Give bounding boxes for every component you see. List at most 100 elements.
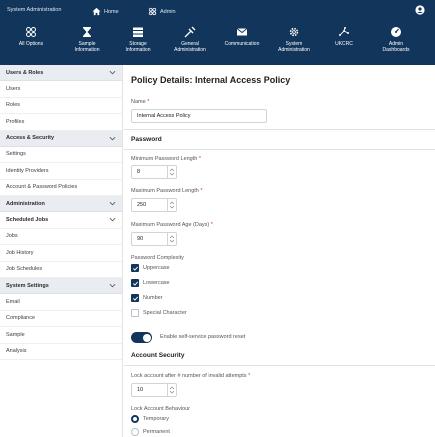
nav-label: Sample Information [74,41,100,53]
sidebar-item-profiles[interactable]: Profiles [0,114,122,131]
nav-storage-information[interactable]: Storage Information [114,22,162,62]
dashboard-icon [391,27,401,37]
sidebar-item-jobs[interactable]: Jobs [0,229,122,245]
sidebar-item-compliance[interactable]: Compliance [0,311,122,327]
checkbox-special-character[interactable]: Special Character [131,308,187,318]
radio-permanent[interactable]: Permanent [131,427,170,437]
checkbox-label: Uppercase [143,265,170,271]
breadcrumb-system-administration[interactable]: System Administration [7,7,61,13]
max-age-stepper[interactable] [167,232,177,246]
sidebar-item-label: Scheduled Jobs [6,216,49,223]
max-length-value[interactable]: 250 [131,198,167,212]
checkbox-label: Special Character [143,310,187,316]
min-length-label: Minimum Password Length * [131,156,202,162]
checkbox-label: Lowercase [143,280,170,286]
sidebar-section-access-security[interactable]: Access & Security [0,130,122,147]
nav-label: General Administration [174,41,206,53]
checkbox-box[interactable] [131,264,139,272]
sidebar-section-label: Users & Roles [6,69,44,76]
sidebar-item-label: Job Schedules [6,266,43,273]
max-age-value[interactable]: 90 [131,232,167,246]
min-length-value[interactable]: 8 [131,165,167,179]
self-service-reset-toggle[interactable] [131,332,152,343]
sidebar-item-label: Users [6,85,21,92]
sidebar-section-label: Access & Security [6,135,54,141]
nav-admin-dashboards[interactable]: Admin Dashboards [372,22,420,62]
sidebar-item-label: Jobs [6,233,18,240]
breadcrumb-home[interactable]: Home [92,7,119,16]
home-icon [92,7,101,16]
radio-button[interactable] [131,428,139,436]
min-length-stepper[interactable] [167,165,177,179]
nav-sample-information[interactable]: Sample Information [63,22,111,62]
module-navigation: All Options Sample Information Storage I… [0,22,435,62]
sidebar-item-sample[interactable]: Sample [0,327,122,344]
checkbox-lowercase[interactable]: Lowercase [131,278,170,288]
stepper-arrows-icon [169,386,175,394]
checkmark-icon [132,281,138,286]
checkbox-label: Number [143,295,163,301]
radio-button[interactable] [131,415,139,423]
min-length-input[interactable]: 8 [131,165,177,179]
sidebar-item-job-schedules[interactable]: Job Schedules [0,262,122,278]
password-section-heading: Password [131,136,162,143]
sidebar-item-job-history[interactable]: Job History [0,245,122,262]
nav-ukcrc[interactable]: UKCRC [320,22,368,62]
max-age-input[interactable]: 90 [131,232,177,246]
sidebar-item-identity-providers[interactable]: Identity Providers [0,163,122,180]
max-age-label: Maximum Password Age (Days) * [131,222,213,228]
lock-attempts-value[interactable]: 10 [131,383,167,397]
sidebar-section-system-settings[interactable]: System Settings [0,278,122,294]
divider [124,365,435,366]
breadcrumb-label: Home [104,8,119,15]
required-marker: * [198,156,202,162]
nav-system-administration[interactable]: System Administration [270,22,318,62]
nav-label: All Options [18,41,44,47]
sidebar-item-label: Email [6,298,20,305]
sidebar-item-email[interactable]: Email [0,294,122,311]
chevron-down-icon [109,136,116,140]
checkbox-uppercase[interactable]: Uppercase [131,263,170,273]
sidebar-item-account-password-policies[interactable]: Account & Password Policies [0,180,122,196]
nav-label: Communication [224,41,260,47]
nav-general-administration[interactable]: General Administration [166,22,214,62]
breadcrumb-label: Admin [160,8,176,15]
radio-temporary[interactable]: Temporary [131,414,169,424]
lock-attempts-stepper[interactable] [167,383,177,397]
sidebar-section-administration[interactable]: Administration [0,196,122,212]
sidebar-item-settings[interactable]: Settings [0,147,122,163]
user-account-icon[interactable] [415,5,425,15]
required-marker: * [248,373,251,379]
sidebar-item-analysis[interactable]: Analysis [0,344,122,360]
breadcrumb: System Administration Home Admin [0,0,435,22]
divider [124,149,435,150]
sidebar: Users & Roles Users Roles Profiles Acces… [0,65,123,437]
sidebar-item-scheduled-jobs[interactable]: Scheduled Jobs [0,212,122,229]
toggle-knob [142,333,151,342]
nav-all-options[interactable]: All Options [7,22,55,62]
sidebar-section-label: Administration [6,200,45,207]
checkmark-icon [132,296,138,301]
storage-icon [133,27,143,37]
checkbox-box[interactable] [131,279,139,287]
name-field[interactable]: Internal Access Policy [131,109,267,123]
checkbox-number[interactable]: Number [131,293,163,303]
lock-attempts-input[interactable]: 10 [131,383,177,397]
nav-label: System Administration [278,41,310,53]
self-service-reset-label: Enable self-service password reset [160,334,246,340]
max-length-stepper[interactable] [167,198,177,212]
nav-communication[interactable]: Communication [218,22,266,62]
breadcrumb-label: System Administration [7,7,62,13]
radio-label: Temporary [143,416,169,422]
sidebar-item-roles[interactable]: Roles [0,98,122,114]
breadcrumb-admin[interactable]: Admin [148,7,176,16]
sidebar-item-users[interactable]: Users [0,81,122,98]
sidebar-item-label: Compliance [6,315,36,322]
sidebar-item-label: Account & Password Policies [6,184,78,191]
max-length-input[interactable]: 250 [131,198,177,212]
sidebar-section-users-roles[interactable]: Users & Roles [0,65,122,81]
checkbox-box[interactable] [131,294,139,302]
checkbox-box[interactable] [131,309,139,317]
gear-icon [289,27,299,37]
sidebar-item-label: Analysis [6,348,27,355]
